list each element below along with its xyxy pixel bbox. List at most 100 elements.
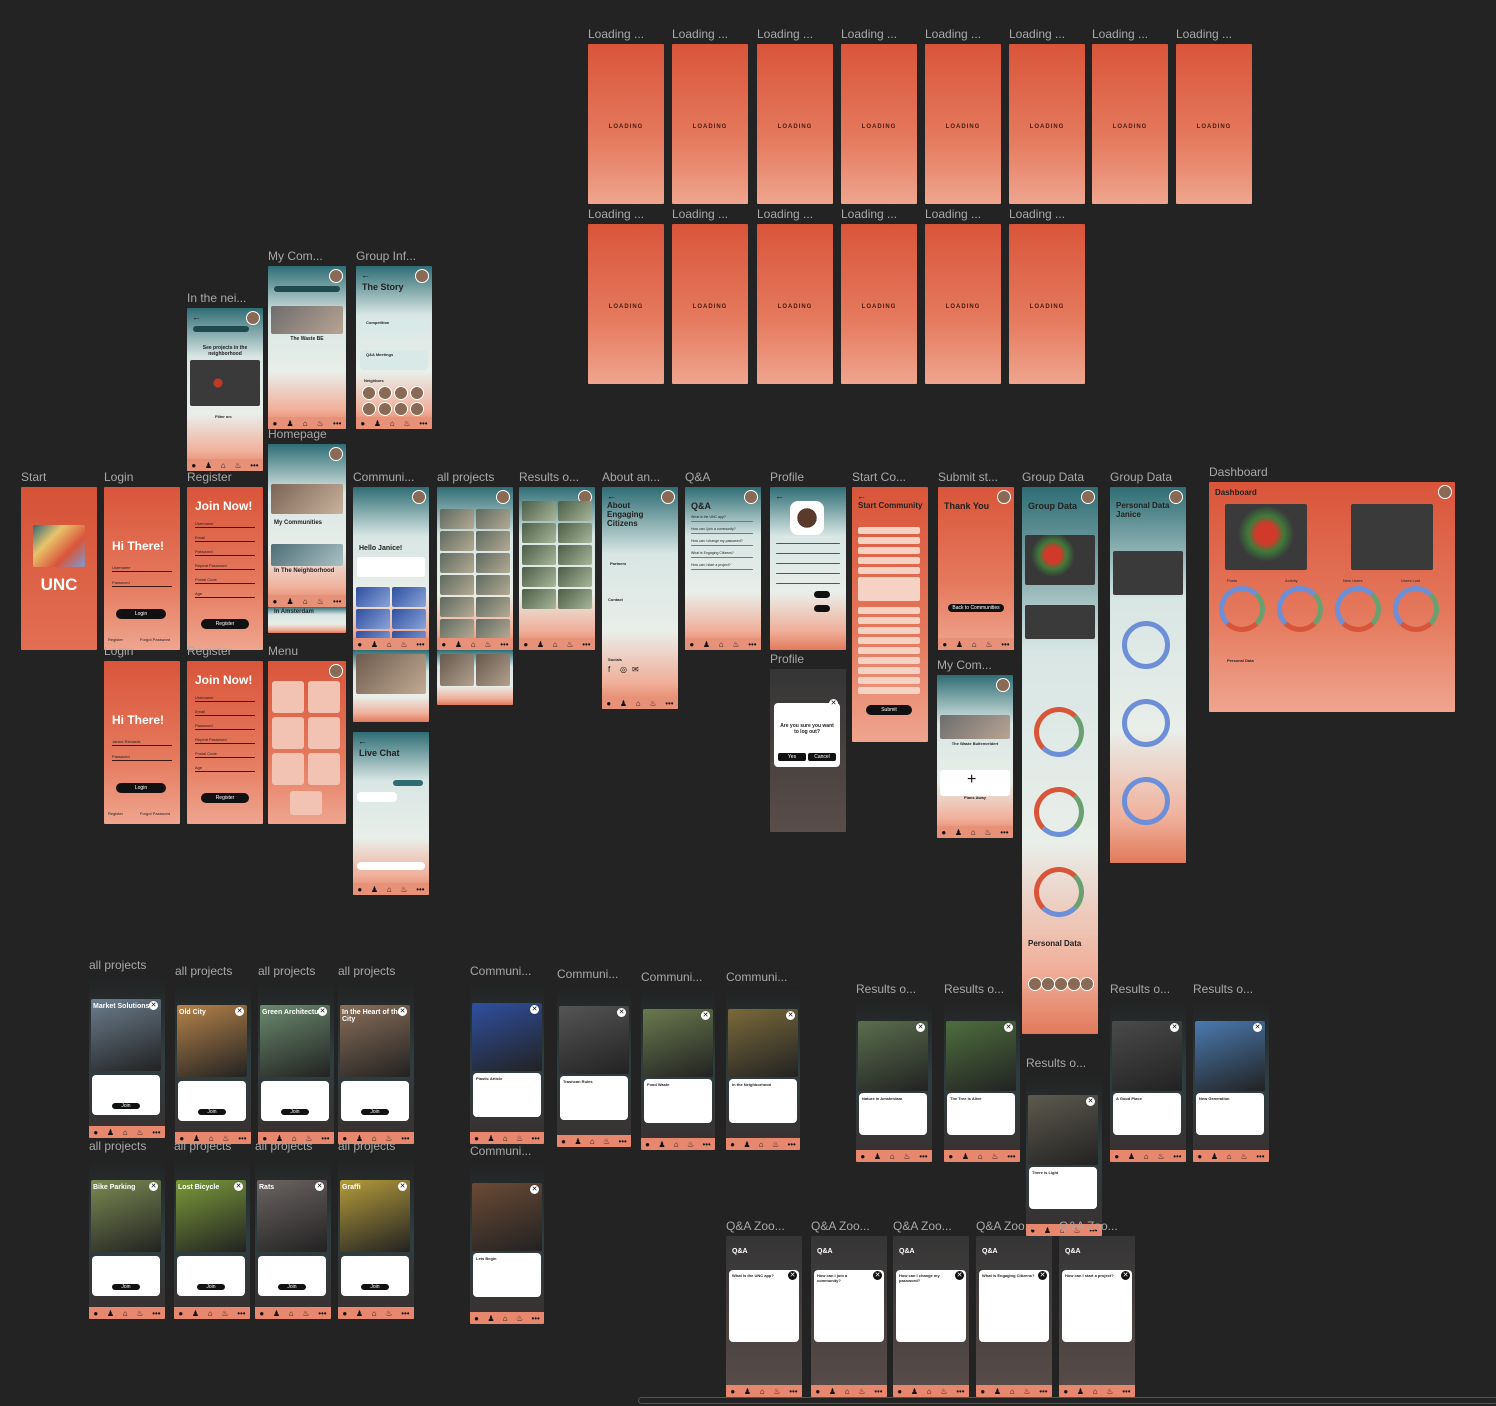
form-field[interactable] (858, 557, 920, 564)
bottom-navigation[interactable]: ● ♟ ⌂ ♨ ••• (937, 826, 1013, 838)
avatar[interactable] (661, 490, 675, 504)
home-icon[interactable]: ⌂ (123, 1309, 128, 1318)
bottom-navigation[interactable]: ● ♟ ⌂ ♨ ••• (470, 1132, 544, 1144)
community-post-screen[interactable]: Communi... ✕ Plastic Article ● ♟ ⌂ ♨ ••• (470, 964, 544, 1144)
result-thumbnail[interactable] (558, 545, 592, 565)
community-icon[interactable]: ♟ (874, 1152, 881, 1161)
menu-icon[interactable]: ● (980, 1387, 985, 1396)
project-thumbnail[interactable] (440, 654, 474, 686)
community-icon[interactable]: ♟ (371, 640, 378, 649)
join-button[interactable]: Join (281, 1109, 309, 1115)
qa-zoom-screen[interactable]: Q&A Zoo... Q&A How can I start a project? ✕… (1059, 1219, 1135, 1397)
register-button[interactable]: Register (201, 793, 249, 803)
menu-icon[interactable]: ● (259, 1309, 264, 1318)
result-detail-screen[interactable]: Results o... ✕ A Good Place ● ♟ ⌂ ♨ ••• (1110, 982, 1186, 1162)
menu-icon[interactable]: ● (93, 1309, 98, 1318)
login-screen[interactable]: Login Hi There! Janice Richards Password Log… (104, 644, 180, 824)
more-icon[interactable]: ••• (1173, 1152, 1181, 1161)
home-icon[interactable]: ⌂ (503, 1314, 508, 1323)
more-icon[interactable]: ••• (416, 640, 424, 649)
facebook-icon[interactable]: f (608, 665, 610, 674)
post-thumbnail[interactable] (392, 609, 426, 629)
loading-screen[interactable]: Loading ... LOADING (841, 27, 917, 204)
more-icon[interactable]: ••• (582, 640, 590, 649)
project-detail-screen[interactable]: all projects Market Solutions ✕ Join ● ♟ ⌂ ♨ ••… (89, 958, 165, 1138)
home-icon[interactable]: ⌂ (636, 699, 641, 708)
map[interactable] (1025, 605, 1095, 639)
home-icon[interactable]: ⌂ (927, 1387, 932, 1396)
loading-screen[interactable]: Loading ... LOADING (588, 207, 664, 384)
qa-zoom-screen[interactable]: Q&A Zoo... Q&A What is the UNC app? ✕ ● ♟ ⌂ ♨ •… (726, 1219, 802, 1397)
menu-icon[interactable]: ● (730, 1140, 735, 1149)
login-button[interactable]: Login (116, 609, 166, 619)
my-communities-tile[interactable] (271, 484, 343, 514)
home-icon[interactable]: ⌂ (387, 640, 392, 649)
menu-icon[interactable]: ● (360, 419, 365, 428)
loading-screen[interactable]: Loading ... LOADING (841, 207, 917, 384)
dashboard-heatmap[interactable] (1225, 504, 1307, 570)
close-icon[interactable]: ✕ (788, 1271, 797, 1280)
more-icon[interactable]: ••• (238, 1134, 246, 1143)
community-icon[interactable]: ♟ (956, 640, 963, 649)
bottom-navigation[interactable]: ● ♟ ⌂ ♨ ••• (1110, 1150, 1186, 1162)
profile-field[interactable] (776, 543, 840, 544)
form-field[interactable] (858, 657, 920, 664)
login-screen[interactable]: Login Hi There! Username Password Login Regis… (104, 470, 180, 650)
loading-screen[interactable]: Loading ... LOADING (757, 207, 833, 384)
back-arrow-icon[interactable]: ← (358, 736, 367, 746)
neighborhood-map[interactable] (190, 360, 260, 406)
profile-screen[interactable]: Profile ← (770, 470, 846, 650)
home-icon[interactable]: ⌂ (760, 1387, 765, 1396)
start-community-screen[interactable]: Start Co... ← Start Community Submit (852, 470, 928, 742)
home-icon[interactable]: ⌂ (372, 1309, 377, 1318)
bottom-navigation[interactable]: ● ♟ ⌂ ♨ ••• (89, 1307, 165, 1319)
fire-icon[interactable]: ♨ (317, 597, 324, 606)
menu-tile[interactable] (308, 753, 340, 785)
back-arrow-icon[interactable]: ← (607, 491, 616, 501)
register-field-underline[interactable] (195, 541, 255, 542)
project-thumbnail[interactable] (476, 509, 510, 529)
menu-icon[interactable]: ● (1197, 1152, 1202, 1161)
register-field-underline[interactable] (195, 555, 255, 556)
project-thumbnail[interactable] (440, 553, 474, 573)
neighbor-avatar[interactable] (378, 386, 392, 400)
bottom-navigation[interactable]: ● ♟ ⌂ ♨ ••• (726, 1385, 802, 1397)
menu-icon[interactable]: ● (191, 461, 196, 470)
project-detail-screen[interactable]: all projects Graffi ✕ Join ● ♟ ⌂ ♨ ••• (338, 1139, 414, 1319)
close-icon[interactable]: ✕ (315, 1182, 324, 1191)
register-button[interactable]: Register (201, 619, 249, 629)
menu-icon[interactable]: ● (941, 828, 946, 837)
join-button[interactable]: Join (361, 1284, 389, 1290)
loading-screen[interactable]: Loading ... LOADING (672, 207, 748, 384)
more-icon[interactable]: ••• (618, 1137, 626, 1146)
dashboard-screen[interactable]: Dashboard Dashboard Posts Activity New Users… (1209, 465, 1455, 712)
homepage-scroll[interactable]: In Amsterdam (268, 607, 346, 633)
community-post-screen[interactable]: Communi... ✕ Trashcan Rules ● ♟ ⌂ ♨ ••• (557, 967, 631, 1147)
home-icon[interactable]: ⌂ (972, 640, 977, 649)
loading-screen[interactable]: Loading ... LOADING (925, 207, 1001, 384)
community-icon[interactable]: ♟ (487, 1314, 494, 1323)
menu-icon[interactable]: ● (93, 1128, 98, 1137)
loading-screen[interactable]: Loading ... LOADING (925, 27, 1001, 204)
more-icon[interactable]: ••• (789, 1387, 797, 1396)
bottom-navigation[interactable]: ● ♟ ⌂ ♨ ••• (976, 1385, 1052, 1397)
member-avatar[interactable] (1041, 977, 1055, 991)
menu-tile[interactable] (272, 681, 304, 713)
results-screen[interactable]: Results o... ● ♟ ⌂ ♨ ••• (519, 470, 595, 650)
close-icon[interactable]: ✕ (234, 1182, 243, 1191)
fire-icon[interactable]: ♨ (903, 1152, 910, 1161)
close-icon[interactable]: ✕ (617, 1008, 626, 1017)
fire-icon[interactable]: ♨ (221, 1309, 228, 1318)
more-icon[interactable]: ••• (250, 461, 258, 470)
neighbor-avatar[interactable] (362, 386, 376, 400)
loading-screen[interactable]: Loading ... LOADING (672, 27, 748, 204)
password-underline[interactable] (112, 586, 172, 587)
community-icon[interactable]: ♟ (829, 1387, 836, 1396)
close-icon[interactable]: ✕ (530, 1005, 539, 1014)
menu-tile[interactable] (308, 717, 340, 749)
menu-icon[interactable]: ● (897, 1387, 902, 1396)
group-info-screen[interactable]: Group Inf... ← The Story Competition Q&A Mee… (356, 249, 432, 429)
menu-icon[interactable]: ● (342, 1309, 347, 1318)
fire-icon[interactable]: ♨ (302, 1309, 309, 1318)
menu-tile[interactable] (308, 681, 340, 713)
